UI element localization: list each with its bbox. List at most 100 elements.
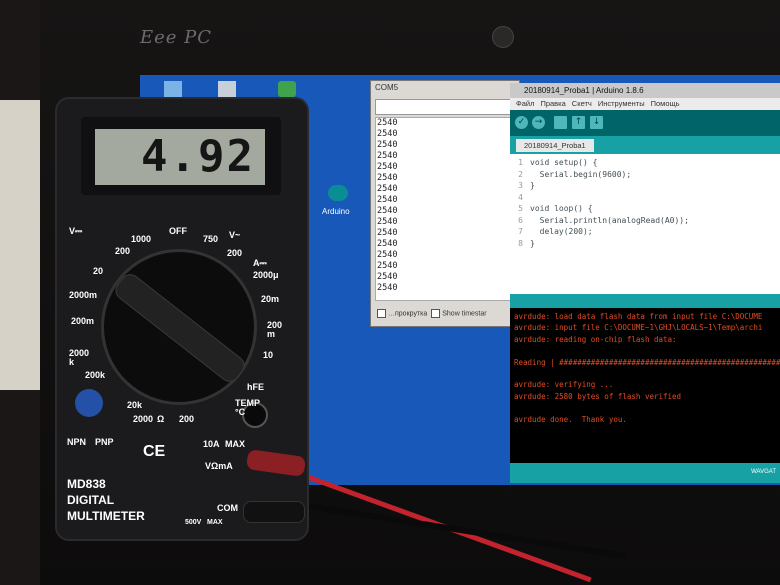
serial-line: 2540 — [377, 239, 398, 249]
lcd-reading: 4.92 — [141, 131, 255, 182]
timestamp-label: Show timestar — [442, 310, 487, 318]
serial-monitor-window: COM5 2540 2540 2540 2540 2540 2540 2540 2540 254… — [370, 80, 520, 327]
laptop-brand: Eee PC — [140, 27, 213, 48]
ce-mark-icon: CE — [143, 443, 166, 460]
console-header — [510, 294, 780, 308]
dial-range-label: OFF — [169, 226, 187, 236]
console-line: Reading | ##############################… — [514, 357, 780, 367]
status-bar: WAVGAT — [510, 463, 780, 483]
arduino-desktop-label[interactable]: Arduino — [322, 207, 350, 216]
code-line: } — [530, 238, 535, 248]
menu-item[interactable]: Файл — [516, 99, 534, 108]
upload-button[interactable]: → — [532, 116, 545, 129]
code-line: delay(200); — [530, 227, 593, 236]
menu-item[interactable]: Правка — [540, 99, 565, 108]
code-line: Serial.begin(9600); — [530, 169, 632, 179]
model-label: MD838 — [67, 477, 106, 491]
dial-range-label: 20k — [127, 400, 143, 410]
new-button[interactable] — [554, 116, 567, 129]
pnp-label: PNP — [95, 437, 114, 447]
serial-line: 2540 — [377, 118, 398, 128]
dial-range-label: 200m — [71, 316, 95, 326]
console-line: avrdude done. Thank you. — [514, 414, 627, 424]
open-button[interactable]: ↑ — [572, 116, 585, 129]
ide-toolbar: ✓ → ↑ ↓ — [510, 110, 780, 136]
dial-range-label: Ω — [157, 414, 165, 424]
dial-range-label: 20m — [261, 294, 280, 304]
serial-monitor-title: COM5 — [375, 83, 399, 92]
red-probe-plug — [245, 449, 307, 477]
desktop-icon-utorrent[interactable] — [278, 81, 296, 97]
serial-send-input[interactable] — [375, 99, 515, 115]
npn-label: NPN — [67, 437, 87, 447]
jack-max-label: MAX — [225, 439, 245, 449]
output-console: avrdude: load data flash data from input… — [510, 308, 780, 463]
line-number: 7 — [518, 227, 523, 236]
line-number: 6 — [518, 215, 523, 225]
dial-range-label: 2000 — [133, 414, 154, 424]
board-status: WAVGAT — [751, 469, 776, 475]
ide-menu-bar: Файл Правка Скетч Инструменты Помощь — [510, 98, 780, 110]
meter-name-line2: MULTIMETER — [67, 509, 145, 523]
arduino-ide-window: 20180914_Proba1 | Arduino 1.8.6 Файл Прав… — [510, 83, 780, 483]
jack-10a-label: 10A — [203, 439, 220, 449]
dial-range-label: TEMP °C — [235, 398, 261, 417]
save-button[interactable]: ↓ — [590, 116, 603, 129]
serial-line: 2540 — [377, 173, 398, 183]
dial-range-label: 2000 k — [69, 348, 90, 367]
console-line: avrdude: input file C:\DOCUME~1\GHJ\LOCA… — [514, 323, 763, 333]
dial-range-label: 200 — [115, 246, 131, 256]
code-editor[interactable]: 1 void setup() {2 Serial.begin(9600); 3} 4 5… — [510, 154, 780, 294]
jack-vohm-label: VΩmA — [205, 461, 233, 471]
line-number: 3 — [518, 181, 523, 190]
meter-name-line1: DIGITAL — [67, 493, 115, 507]
serial-line: 2540 — [377, 151, 398, 161]
dial-range-label: 20 — [93, 266, 104, 276]
serial-footer: …прокрутка Show timestar — [375, 309, 487, 318]
desktop-icon-drive[interactable] — [218, 81, 236, 97]
webcam — [492, 26, 514, 48]
console-line: avrdude: 2580 bytes of flash verified — [514, 391, 682, 401]
desktop-icon-network[interactable] — [164, 81, 182, 97]
dial-range-label: 200k — [85, 370, 106, 380]
dial-range-label: 200 — [179, 414, 195, 424]
line-number: 8 — [518, 238, 523, 248]
console-line: avrdude: reading on-chip flash data: — [514, 334, 677, 344]
code-line: void setup() { — [530, 158, 598, 167]
autoscroll-label: …прокрутка — [388, 310, 428, 318]
dial-range-label: 1000 — [131, 234, 152, 244]
line-number: 5 — [518, 204, 523, 213]
dial-range-label: 2000μ — [253, 270, 279, 280]
arduino-desktop-icon[interactable] — [328, 185, 348, 201]
serial-line: 2540 — [377, 228, 398, 238]
serial-line: 2540 — [377, 140, 398, 150]
console-line: avrdude: verifying ... — [514, 380, 614, 390]
jack-500v-label: 500V — [185, 519, 202, 526]
code-line: Serial.println(analogRead(A0)); — [530, 215, 689, 225]
digital-multimeter: 4.92 NPN PNP CE 10A MAX VΩmA COM 500V MA… — [55, 97, 309, 541]
dial-range-label: 200 — [227, 248, 243, 258]
autoscroll-checkbox[interactable] — [377, 309, 386, 318]
tab-sketch[interactable]: 20180914_Proba1 — [516, 139, 594, 152]
dial-range-label: 10 — [263, 350, 274, 360]
serial-line: 2540 — [377, 206, 398, 216]
hfe-socket — [75, 389, 103, 417]
serial-line: 2540 — [377, 250, 398, 260]
line-number: 2 — [518, 169, 523, 179]
rotary-selector[interactable] — [101, 249, 257, 405]
menu-item[interactable]: Помощь — [651, 99, 680, 108]
jack-500v-max-label: MAX — [207, 519, 223, 526]
jack-com-label: COM — [217, 503, 238, 513]
serial-line: 2540 — [377, 283, 398, 293]
serial-line: 2540 — [377, 272, 398, 282]
dial-range-label: 750 — [203, 234, 219, 244]
serial-line: 2540 — [377, 261, 398, 271]
timestamp-checkbox[interactable] — [431, 309, 441, 318]
verify-button[interactable]: ✓ — [515, 116, 528, 129]
line-number: 1 — [518, 158, 523, 167]
menu-item[interactable]: Скетч — [572, 99, 592, 108]
ide-tab-bar: 20180914_Proba1 — [510, 136, 780, 154]
dial-range-label: V⎓ — [69, 226, 83, 236]
menu-item[interactable]: Инструменты — [598, 99, 645, 108]
serial-line: 2540 — [377, 184, 398, 194]
